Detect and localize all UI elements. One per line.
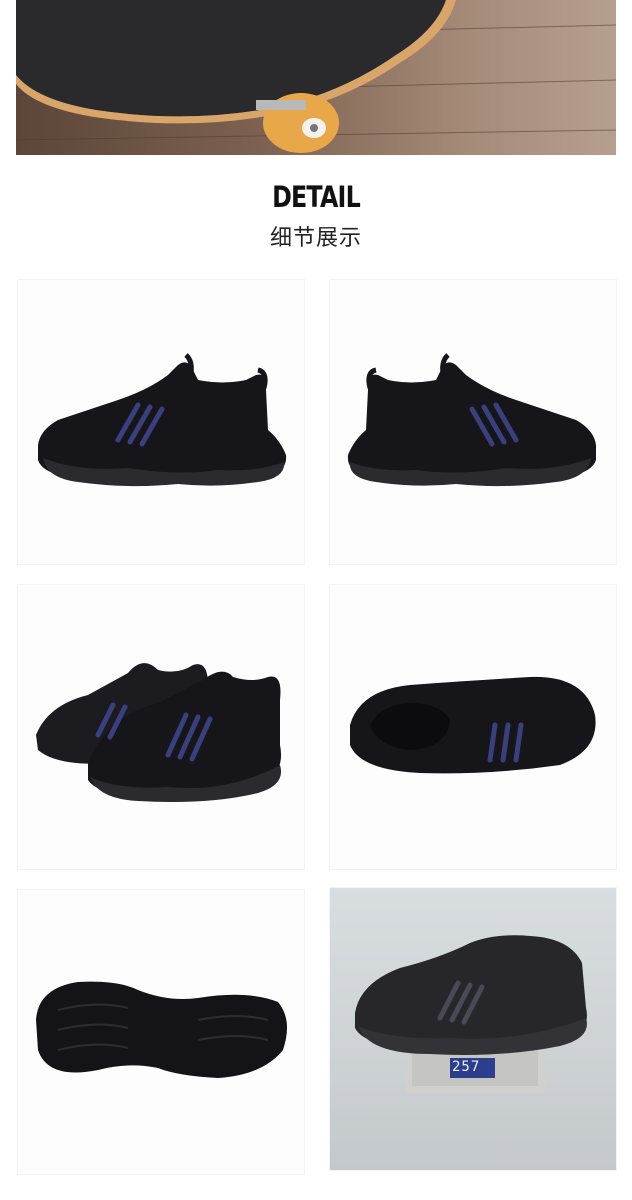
shoe-photo-side-left bbox=[18, 280, 304, 564]
scale-readout: 257 bbox=[452, 1059, 481, 1075]
shoe-photo-pair bbox=[18, 585, 304, 869]
shoe-photo-on-scale: 257 bbox=[330, 888, 616, 1170]
section-title-cn: 细节展示 bbox=[269, 226, 362, 251]
section-title-en: DETAIL bbox=[272, 180, 361, 214]
shoe-photo-side-right bbox=[330, 280, 616, 564]
hero-skateboard-image bbox=[16, 0, 616, 155]
shoe-photo-outsole bbox=[18, 890, 304, 1174]
shoe-photo-top-down bbox=[330, 585, 616, 869]
